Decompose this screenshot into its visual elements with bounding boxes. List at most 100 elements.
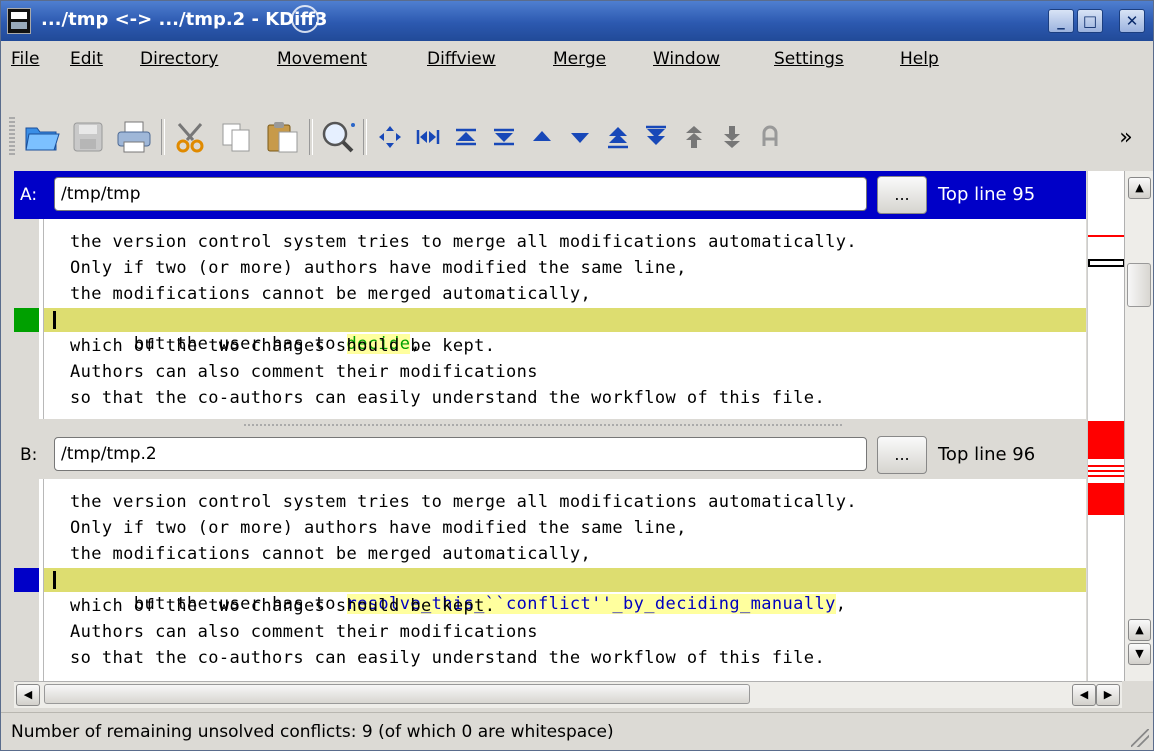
pane-b-top-line: Top line 96: [938, 444, 1036, 465]
menu-file-label: File: [11, 49, 40, 69]
code-line: Only if two (or more) authors have modif…: [70, 518, 687, 538]
conflict-status-text: Number of remaining unsolved conflicts: …: [11, 722, 614, 742]
print-icon[interactable]: [113, 117, 155, 157]
overview-conflict-mark: [1088, 475, 1125, 477]
menu-window-label: Window: [653, 49, 721, 69]
overview-conflict-mark: [1088, 483, 1125, 515]
window-title: .../tmp <-> .../tmp.2 - KDiff3: [41, 9, 328, 30]
menu-bar: File Edit Directory Movement Diffview Me…: [1, 41, 1153, 77]
pane-b-text[interactable]: the version control system tries to merg…: [14, 479, 1086, 681]
pane-a-text[interactable]: the version control system tries to merg…: [14, 219, 1086, 419]
scroll-left-button[interactable]: ◀: [16, 684, 40, 706]
code-line: the modifications cannot be merged autom…: [70, 284, 592, 304]
diff-line: but the user has to decide,: [44, 308, 1086, 354]
kdiff3-window: .../tmp <-> .../tmp.2 - KDiff3 _ □ ✕ Fil…: [0, 0, 1154, 751]
pane-splitter[interactable]: [14, 419, 1086, 431]
horizontal-scrollbar[interactable]: ◀ ◀ ▶: [14, 681, 1122, 708]
diff-overview[interactable]: [1087, 171, 1125, 681]
overview-conflict-mark: [1088, 235, 1125, 237]
menu-directory[interactable]: Directory: [140, 49, 218, 69]
pane-b-header: B: ... Top line 96: [14, 431, 1086, 479]
menu-help-label: Help: [900, 49, 939, 69]
pane-a-diff-marker: [14, 308, 39, 332]
save-icon[interactable]: [67, 117, 109, 157]
paste-icon[interactable]: [261, 117, 303, 157]
toolbar: »: [1, 77, 1153, 171]
horizontal-scroll-thumb[interactable]: [44, 684, 750, 704]
vertical-scroll-thumb[interactable]: [1127, 263, 1151, 307]
menu-settings-label: Settings: [774, 49, 844, 69]
pane-a-header: A: ... Top line 95: [14, 171, 1086, 219]
overview-conflict-mark: [1088, 465, 1125, 467]
menu-edit-label: Edit: [70, 49, 103, 69]
scroll-right-button[interactable]: ▶: [1096, 684, 1120, 706]
vertical-scrollbar[interactable]: ▲ ▲ ▼: [1124, 171, 1153, 681]
copy-icon[interactable]: [215, 117, 257, 157]
goto-prev-delta-icon[interactable]: [525, 117, 559, 157]
pane-a-top-line: Top line 95: [938, 184, 1036, 205]
code-line: which of the two changes should be kept.: [70, 336, 496, 356]
goto-prev-unsolved-icon[interactable]: [677, 117, 711, 157]
code-line: Authors can also comment their modificat…: [70, 362, 538, 382]
maximize-button[interactable]: □: [1077, 9, 1103, 33]
status-bar: Number of remaining unsolved conflicts: …: [1, 712, 1153, 750]
close-button[interactable]: ✕: [1119, 9, 1145, 33]
menu-movement[interactable]: Movement: [277, 49, 367, 69]
menu-directory-label: Directory: [140, 49, 219, 69]
goto-next-conflict-icon[interactable]: [639, 117, 673, 157]
scroll-up-button-lower[interactable]: ▲: [1128, 619, 1151, 641]
title-bar[interactable]: .../tmp <-> .../tmp.2 - KDiff3 _ □ ✕: [1, 1, 1153, 41]
toolbar-overflow-button[interactable]: »: [1111, 117, 1141, 157]
pane-a-label: A:: [20, 185, 38, 205]
scroll-up-button[interactable]: ▲: [1128, 177, 1151, 199]
pane-a-gutter: [14, 219, 39, 419]
toolbar-separator: [363, 119, 367, 155]
cut-icon[interactable]: [169, 117, 211, 157]
pane-a-browse-button[interactable]: ...: [877, 176, 927, 214]
open-icon[interactable]: [21, 117, 63, 157]
code-line: which of the two changes should be kept.: [70, 596, 496, 616]
menu-diffview-label: Diffview: [427, 49, 496, 69]
text-cursor: [53, 571, 56, 589]
goto-last-delta-icon[interactable]: [487, 117, 521, 157]
scroll-down-button[interactable]: ▼: [1128, 643, 1151, 665]
scroll-left-button-right[interactable]: ◀: [1072, 684, 1096, 706]
kde-logo-icon: [291, 5, 319, 33]
kdiff3-app-icon[interactable]: [7, 8, 31, 34]
pane-b-diff-marker: [14, 568, 39, 592]
goto-next-delta-icon[interactable]: [563, 117, 597, 157]
code-line: so that the co-authors can easily unders…: [70, 648, 826, 668]
menu-help[interactable]: Help: [900, 49, 939, 69]
code-line: so that the co-authors can easily unders…: [70, 388, 826, 408]
select-a-icon[interactable]: [753, 117, 787, 157]
toolbar-grip[interactable]: [9, 117, 15, 155]
code-line: the version control system tries to merg…: [70, 232, 857, 252]
goto-prev-conflict-icon[interactable]: [601, 117, 635, 157]
code-line: Authors can also comment their modificat…: [70, 622, 538, 642]
pane-b-browse-button[interactable]: ...: [877, 436, 927, 474]
pane-b-gutter: [14, 479, 39, 681]
diff-line: but the user has to resolve_this_``confl…: [44, 568, 1086, 614]
goto-current-delta-icon[interactable]: [373, 117, 407, 157]
menu-settings[interactable]: Settings: [774, 49, 844, 69]
menu-edit[interactable]: Edit: [70, 49, 103, 69]
code-line: the version control system tries to merg…: [70, 492, 857, 512]
menu-diffview[interactable]: Diffview: [427, 49, 496, 69]
toolbar-separator: [161, 119, 165, 155]
menu-window[interactable]: Window: [653, 49, 720, 69]
goto-first-delta-icon[interactable]: [449, 117, 483, 157]
search-icon[interactable]: [317, 117, 359, 157]
pane-a-path-input[interactable]: [54, 177, 867, 211]
code-line: Only if two (or more) authors have modif…: [70, 258, 687, 278]
toolbar-separator: [309, 119, 313, 155]
resize-grip-icon[interactable]: [1131, 729, 1149, 747]
overview-conflict-mark: [1088, 421, 1125, 459]
code-line: the modifications cannot be merged autom…: [70, 544, 592, 564]
menu-merge[interactable]: Merge: [553, 49, 606, 69]
pane-b-path-input[interactable]: [54, 437, 867, 471]
goto-first-delta-icon[interactable]: [411, 117, 445, 157]
goto-next-unsolved-icon[interactable]: [715, 117, 749, 157]
minimize-button[interactable]: _: [1048, 9, 1074, 33]
overview-visible-range[interactable]: [1088, 259, 1125, 267]
menu-file[interactable]: File: [11, 49, 39, 69]
